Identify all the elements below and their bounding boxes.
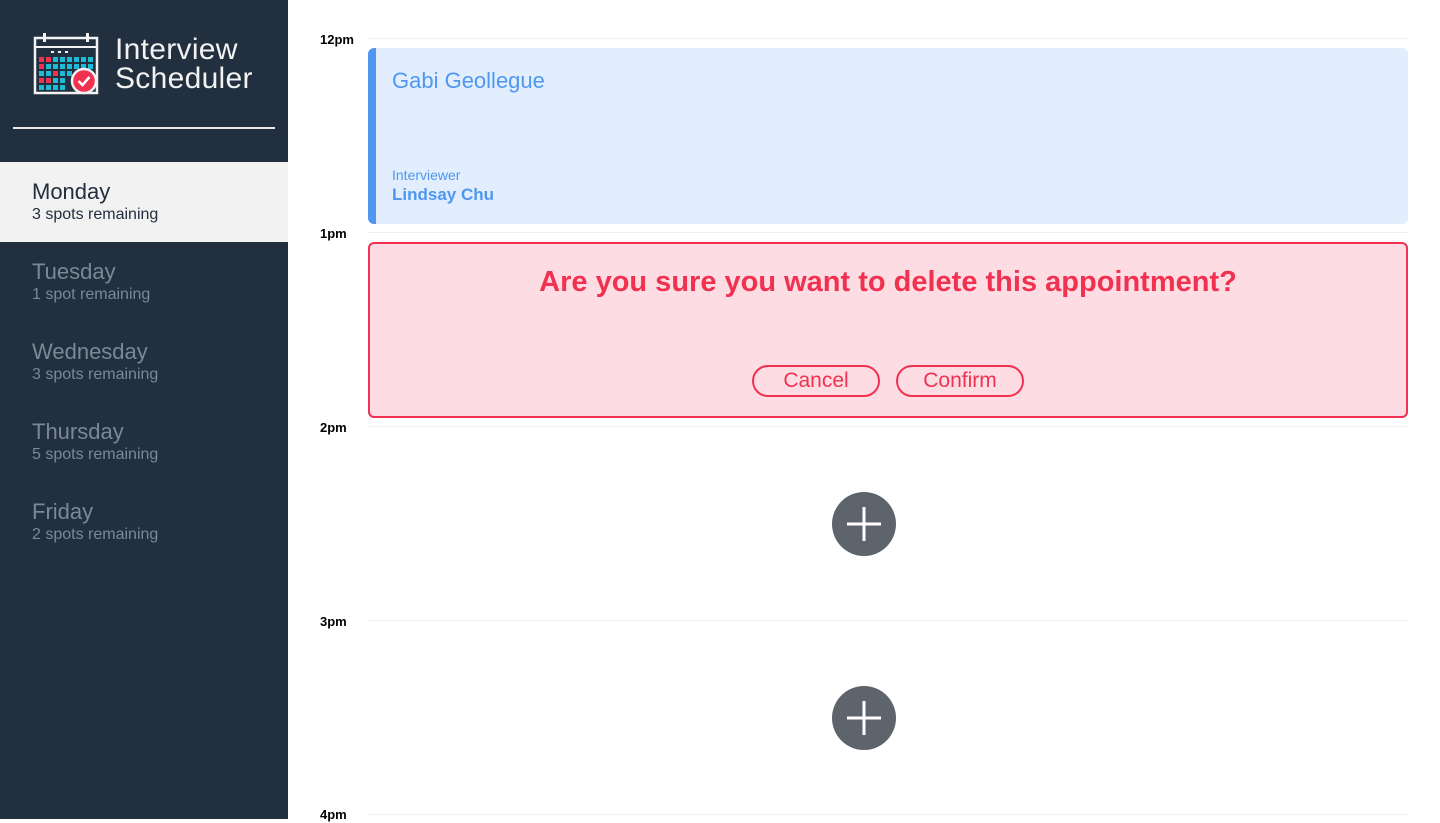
confirm-button[interactable]: Confirm [896,365,1024,397]
day-name: Wednesday [32,339,148,364]
interviewer-name: Lindsay Chu [392,185,495,204]
day-spots: 2 spots remaining [32,526,159,543]
add-appointment-button[interactable] [832,686,896,750]
day-spots: 3 spots remaining [32,366,159,383]
interviewer-label: Interviewer [392,167,461,183]
day-spots: 3 spots remaining [32,206,159,223]
schedule: 12pm 1pm 2pm 3pm 4pm Gabi Geollegue Inte… [288,0,1440,822]
app-title-line1: Interview [115,33,238,66]
hour-divider [368,620,1408,621]
appointment-card[interactable]: Gabi Geollegue Interviewer Lindsay Chu [368,48,1408,224]
day-spots: 5 spots remaining [32,446,159,463]
day-item-tuesday[interactable]: Tuesday 1 spot remaining [0,242,288,322]
plus-icon [847,507,881,541]
day-name: Tuesday [32,259,116,284]
hour-label-3pm: 3pm [320,614,347,629]
day-spots: 1 spot remaining [32,286,151,303]
day-name: Friday [32,499,94,524]
calendar-check-icon [33,33,99,95]
sidebar: Interview Scheduler Monday 3 spots remai… [0,0,288,819]
confirm-message: Are you sure you want to delete this app… [539,266,1237,298]
hour-divider [368,814,1408,815]
hour-label-4pm: 4pm [320,807,347,822]
hour-label-12pm: 12pm [320,32,354,47]
day-name: Monday [32,179,111,204]
app-title: Interview Scheduler [115,33,253,95]
cancel-button[interactable]: Cancel [752,365,880,397]
sidebar-divider [13,127,275,129]
delete-confirm-panel: Are you sure you want to delete this app… [368,242,1408,418]
hour-divider [368,426,1408,427]
day-item-thursday[interactable]: Thursday 5 spots remaining [0,402,288,482]
day-name: Thursday [32,419,124,444]
add-appointment-button[interactable] [832,492,896,556]
day-list: Monday 3 spots remaining Tuesday 1 spot … [0,162,288,562]
day-item-monday[interactable]: Monday 3 spots remaining [0,162,288,242]
hour-label-1pm: 1pm [320,226,347,241]
hour-divider [368,232,1408,233]
app-title-line2: Scheduler [115,62,253,95]
plus-icon [847,701,881,735]
hour-divider [368,38,1408,39]
day-item-friday[interactable]: Friday 2 spots remaining [0,482,288,562]
student-name: Gabi Geollegue [392,68,545,93]
day-item-wednesday[interactable]: Wednesday 3 spots remaining [0,322,288,402]
hour-label-2pm: 2pm [320,420,347,435]
